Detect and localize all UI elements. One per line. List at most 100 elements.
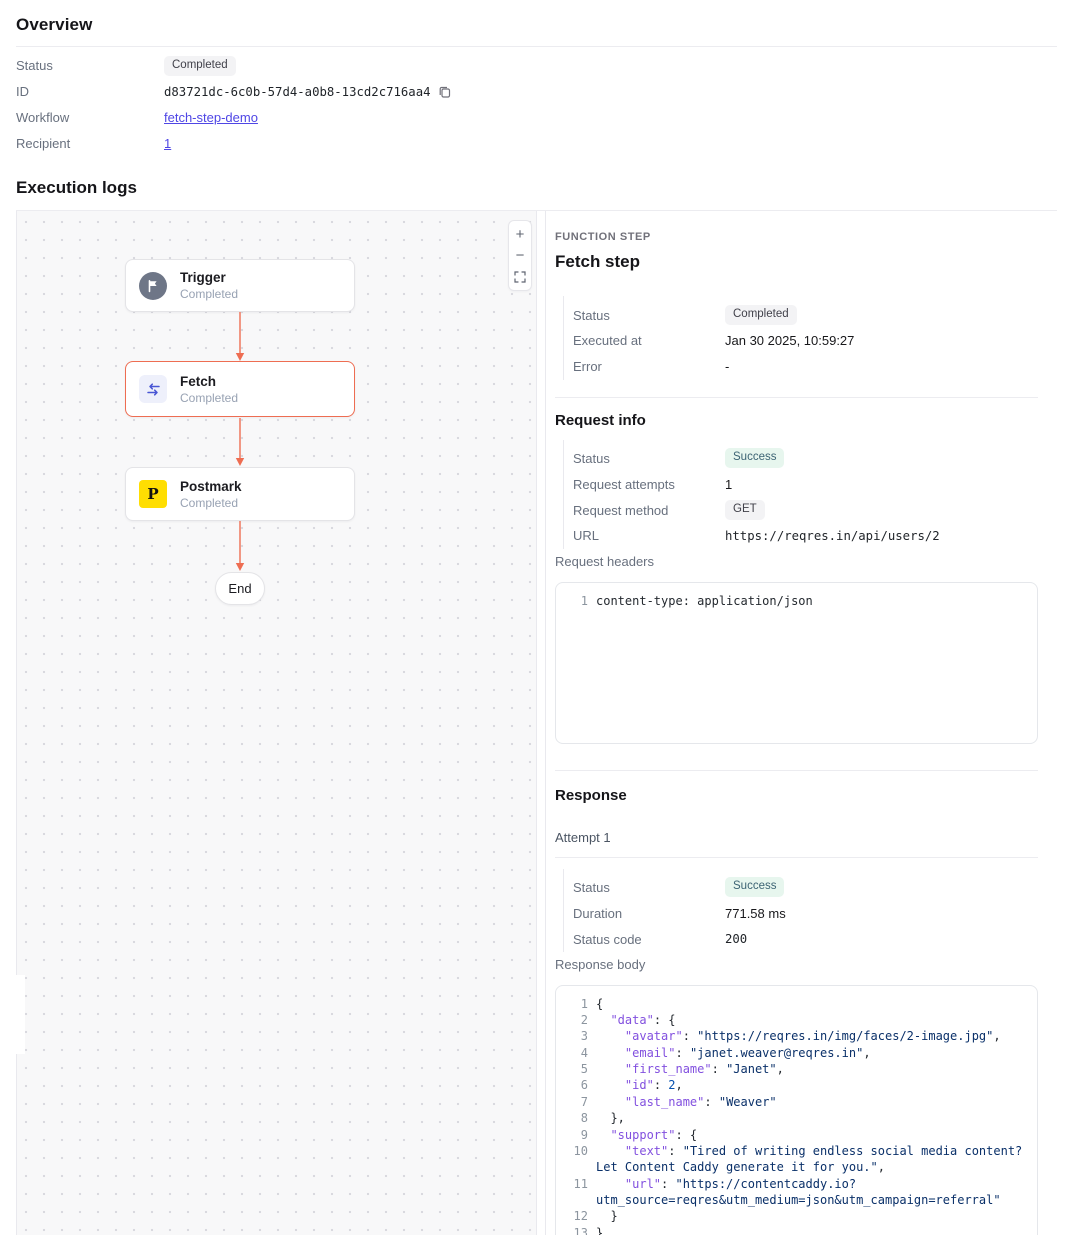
- kv-row: StatusSuccess: [573, 875, 1064, 901]
- request-info-rows: StatusSuccessRequest attempts1Request me…: [563, 440, 1064, 549]
- code-text: "avatar": "https://reqres.in/img/faces/2…: [596, 1028, 1025, 1044]
- row-label: Request method: [573, 503, 725, 518]
- line-number: 13: [568, 1225, 588, 1235]
- response-body-label: Response body: [555, 952, 1038, 978]
- kv-row: Recipient1: [16, 130, 1057, 156]
- line-number: 4: [568, 1045, 588, 1061]
- row-label: Request attempts: [573, 477, 725, 492]
- flow-node-trigger[interactable]: Trigger Completed: [125, 259, 355, 312]
- code-line: 1 content-type: application/json: [568, 593, 1025, 609]
- response-body-code: 1{2 "data": {3 "avatar": "https://reqres…: [555, 985, 1038, 1235]
- flow-node-fetch[interactable]: Fetch Completed: [125, 361, 355, 417]
- line-number: 2: [568, 1012, 588, 1028]
- code-line: 7 "last_name": "Weaver": [568, 1094, 1025, 1110]
- fit-view-button[interactable]: [509, 266, 531, 287]
- line-number: 5: [568, 1061, 588, 1077]
- mono-value: https://reqres.in/api/users/2: [725, 529, 940, 543]
- code-line: 12 }: [568, 1208, 1025, 1224]
- kv-row: Request attempts1: [573, 471, 1064, 497]
- row-value: Success: [725, 448, 784, 468]
- request-headers-label: Request headers: [555, 549, 1038, 575]
- text-value: Jan 30 2025, 10:59:27: [725, 333, 854, 348]
- row-link[interactable]: 1: [164, 136, 171, 151]
- code-line: 11 "url": "https://contentcaddy.io?utm_s…: [568, 1176, 1025, 1209]
- step-summary-rows: StatusCompletedExecuted atJan 30 2025, 1…: [563, 296, 1064, 379]
- flow-node-postmark[interactable]: P Postmark Completed: [125, 467, 355, 521]
- canvas-scroll-notch: [16, 975, 25, 1054]
- row-value: GET: [725, 500, 765, 520]
- zoom-controls: + −: [508, 220, 532, 291]
- code-text: "url": "https://contentcaddy.io?utm_sour…: [596, 1176, 1025, 1209]
- kv-row: Duration771.58 ms: [573, 900, 1064, 926]
- kv-row: Error-: [573, 354, 1064, 380]
- row-label: Status code: [573, 932, 725, 947]
- step-title: Fetch step: [555, 252, 1038, 272]
- zoom-out-button[interactable]: −: [509, 245, 531, 266]
- node-text: Fetch Completed: [180, 374, 238, 405]
- row-label: Duration: [573, 906, 725, 921]
- edge-arrow: [233, 521, 247, 572]
- code-line: 1{: [568, 996, 1025, 1012]
- code-line: 3 "avatar": "https://reqres.in/img/faces…: [568, 1028, 1025, 1044]
- code-line: 5 "first_name": "Janet",: [568, 1061, 1025, 1077]
- node-status: Completed: [180, 287, 238, 301]
- kv-row: URLhttps://reqres.in/api/users/2: [573, 523, 1064, 549]
- row-value: 1: [164, 136, 171, 151]
- overview-section: Overview StatusCompletedIDd83721dc-6c0b-…: [16, 0, 1057, 156]
- line-number: 8: [568, 1110, 588, 1126]
- kv-row: Status code200: [573, 926, 1064, 952]
- code-line: 10 "text": "Tired of writing endless soc…: [568, 1143, 1025, 1176]
- workflow-canvas[interactable]: Trigger Completed Fetch Completed: [16, 211, 537, 1235]
- node-text: Postmark Completed: [180, 479, 242, 510]
- code-text: "support": {: [596, 1127, 1025, 1143]
- row-value: -: [725, 359, 729, 374]
- postmark-p-icon: P: [139, 480, 167, 508]
- line-number: 12: [568, 1208, 588, 1224]
- response-title: Response: [555, 787, 1038, 804]
- row-label: Executed at: [573, 333, 725, 348]
- kv-row: StatusCompleted: [573, 302, 1064, 328]
- node-title: Postmark: [180, 479, 242, 494]
- row-value: Completed: [725, 305, 797, 325]
- row-label: Status: [573, 451, 725, 466]
- code-line: 6 "id": 2,: [568, 1077, 1025, 1093]
- code-text: "email": "janet.weaver@reqres.in",: [596, 1045, 1025, 1061]
- node-status: Completed: [180, 391, 238, 405]
- page: Overview StatusCompletedIDd83721dc-6c0b-…: [0, 0, 1075, 1235]
- code-text: "text": "Tired of writing endless social…: [596, 1143, 1025, 1176]
- row-value: 200: [725, 932, 747, 946]
- code-text: content-type: application/json: [596, 593, 1025, 609]
- kv-row: Executed atJan 30 2025, 10:59:27: [573, 328, 1064, 354]
- code-text: "id": 2,: [596, 1077, 1025, 1093]
- code-line: 2 "data": {: [568, 1012, 1025, 1028]
- row-value: 1: [725, 477, 732, 492]
- line-number: 11: [568, 1176, 588, 1209]
- execution-logs-panel: Trigger Completed Fetch Completed: [16, 210, 1057, 1235]
- copy-icon[interactable]: [438, 85, 451, 98]
- kv-row: Request methodGET: [573, 497, 1064, 523]
- row-value: Success: [725, 877, 784, 897]
- mono-value: 200: [725, 932, 747, 946]
- code-line: 9 "support": {: [568, 1127, 1025, 1143]
- node-status: Completed: [180, 496, 242, 510]
- row-link[interactable]: fetch-step-demo: [164, 110, 258, 125]
- status-badge: Success: [725, 448, 784, 468]
- status-badge: GET: [725, 500, 765, 520]
- mono-value: d83721dc-6c0b-57d4-a0b8-13cd2c716aa4: [164, 85, 431, 99]
- code-text: "first_name": "Janet",: [596, 1061, 1025, 1077]
- flow-node-end: End: [215, 572, 265, 605]
- code-text: },: [596, 1110, 1025, 1126]
- line-number: 9: [568, 1127, 588, 1143]
- divider: [555, 397, 1038, 398]
- zoom-in-button[interactable]: +: [509, 224, 531, 245]
- status-badge: Success: [725, 877, 784, 897]
- line-number: 1: [568, 593, 588, 609]
- kv-row: StatusSuccess: [573, 446, 1064, 472]
- step-type-label: FUNCTION STEP: [555, 231, 1038, 243]
- execution-logs-title: Execution logs: [16, 178, 1057, 210]
- code-text: "data": {: [596, 1012, 1025, 1028]
- line-number: 7: [568, 1094, 588, 1110]
- text-value: 1: [725, 477, 732, 492]
- row-label: Recipient: [16, 136, 164, 151]
- row-label: URL: [573, 528, 725, 543]
